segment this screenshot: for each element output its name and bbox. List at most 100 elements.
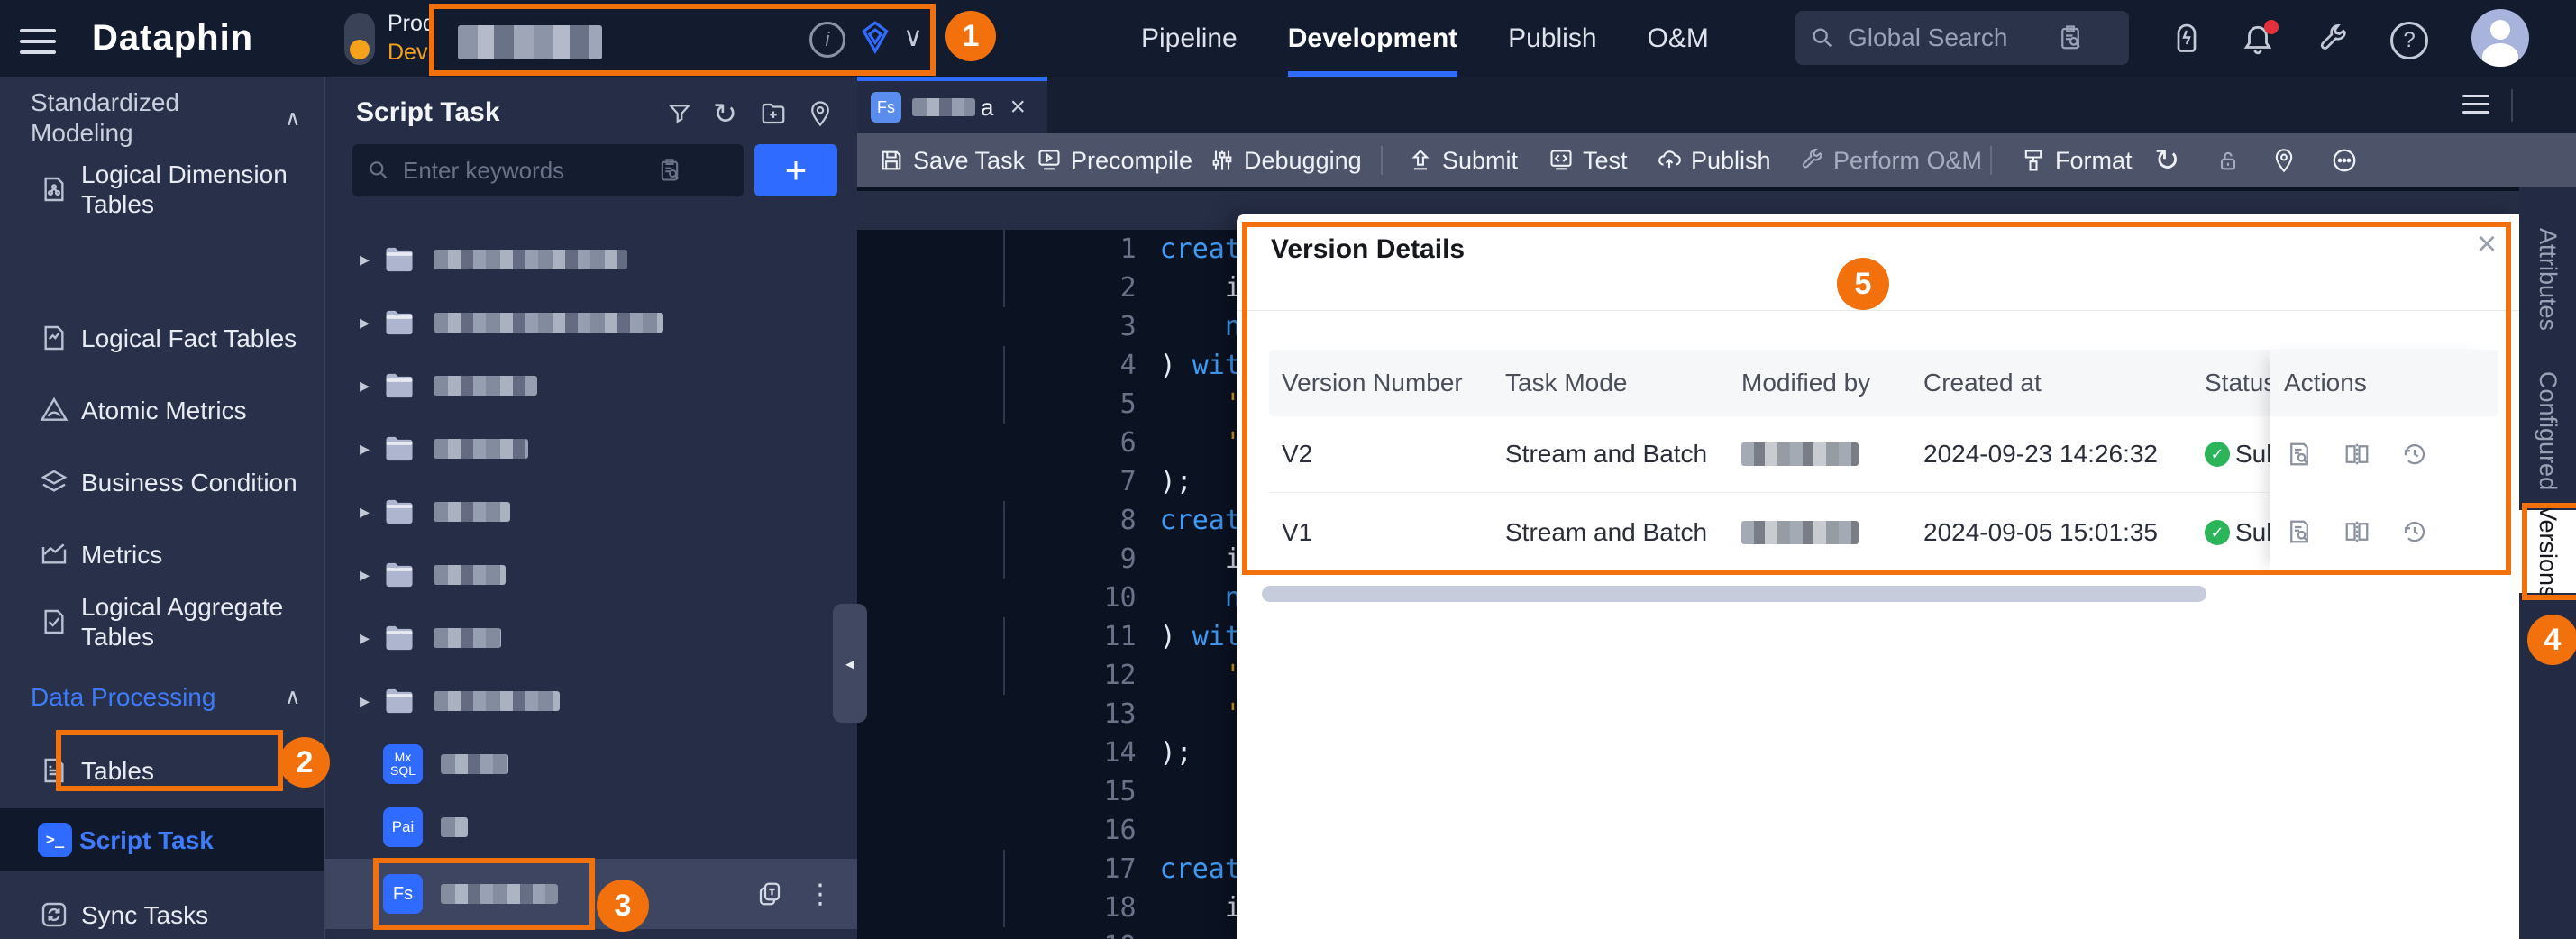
chevron-up-icon[interactable]: ∧ <box>285 684 301 710</box>
caret-icon[interactable]: ▸ <box>360 689 383 713</box>
avatar[interactable] <box>2471 9 2529 67</box>
sidebar-item-logical-fact-tables[interactable]: Logical Fact Tables <box>0 304 324 372</box>
filter-icon[interactable] <box>666 100 693 127</box>
tree-row[interactable]: ▸ <box>325 228 857 291</box>
project-gem-icon <box>858 20 892 54</box>
close-icon[interactable]: × <box>1009 92 1026 123</box>
rollback-history-icon[interactable] <box>2401 441 2428 468</box>
collapse-panel-handle[interactable]: ◂ <box>833 604 867 723</box>
tab-versions[interactable]: Versions <box>2519 510 2576 593</box>
list-view-icon[interactable] <box>2462 89 2489 119</box>
env-prod-label[interactable]: Prod <box>388 11 435 37</box>
tree-row[interactable]: ▸ <box>325 480 857 543</box>
info-icon[interactable]: i <box>809 22 845 58</box>
notifications-bell-icon[interactable] <box>2241 22 2275 56</box>
dataphin-logo: Dataphin <box>92 18 253 59</box>
sidebar-item-logical-aggregate-tables[interactable]: Logical Aggregate Tables <box>0 583 324 661</box>
copy-template-icon[interactable] <box>756 880 783 907</box>
tree-row[interactable]: ▸ <box>325 543 857 606</box>
env-toggle[interactable] <box>344 13 375 65</box>
refresh-icon[interactable]: ↻ <box>2154 133 2180 187</box>
locate-pin-icon[interactable] <box>2271 133 2297 187</box>
nav-development[interactable]: Development <box>1288 0 1457 77</box>
add-task-button[interactable]: + <box>754 144 837 196</box>
caret-icon[interactable]: ▸ <box>360 311 383 334</box>
advanced-search-icon[interactable] <box>2057 24 2084 51</box>
tree-row[interactable]: ▸ <box>325 354 857 417</box>
refresh-icon[interactable]: ↻ <box>713 100 737 127</box>
tree-row[interactable]: ▸ <box>325 291 857 354</box>
tree-item-name-redacted <box>434 439 528 459</box>
hamburger-menu-icon[interactable] <box>20 22 56 61</box>
global-search[interactable] <box>1795 11 2129 65</box>
tree-search[interactable] <box>352 144 744 196</box>
perform-om-button[interactable]: Perform O&M <box>1799 133 1982 187</box>
caret-icon[interactable]: ▸ <box>360 248 383 271</box>
locate-pin-icon[interactable] <box>807 100 834 127</box>
task-type-badge: Mx SQL <box>383 744 423 784</box>
version-row-v2[interactable]: V2 Stream and Batch 2024-09-23 14:26:32 … <box>1269 416 2270 492</box>
lock-icon[interactable] <box>2215 133 2241 187</box>
tree-row[interactable]: Mx SQL <box>325 733 857 796</box>
publish-button[interactable]: Publish <box>1657 133 1771 187</box>
horizontal-scrollbar[interactable] <box>1262 586 2206 602</box>
editor-toolbar: Save Task Precompile Debugging Submit Te… <box>856 133 2576 187</box>
tab-configured[interactable]: Configured <box>2519 359 2576 503</box>
version-row-v1[interactable]: V1 Stream and Batch 2024-09-05 15:01:35 … <box>1269 493 2270 572</box>
tools-wrench-icon[interactable] <box>2316 23 2349 56</box>
debugging-button[interactable]: Debugging <box>1210 133 1362 187</box>
sidebar-section-data-processing[interactable]: Data Processing <box>31 682 274 713</box>
format-button[interactable]: Format <box>2021 133 2133 187</box>
folder-icon <box>383 245 416 274</box>
kebab-menu-icon[interactable]: ⋮ <box>807 879 834 910</box>
tree-row[interactable]: ▸ <box>325 670 857 733</box>
tree-item-name-redacted <box>434 628 501 648</box>
global-search-input[interactable] <box>1846 23 2057 53</box>
quickstart-icon[interactable] <box>2170 22 2203 56</box>
sidebar-item-script-task[interactable]: >_ Script Task <box>0 808 324 871</box>
env-dev-label[interactable]: Dev <box>388 40 427 66</box>
new-folder-icon[interactable] <box>760 100 787 127</box>
rollback-history-icon[interactable] <box>2401 518 2428 545</box>
tree-row[interactable]: ▸ <box>325 606 857 670</box>
caret-icon[interactable]: ▸ <box>360 374 383 397</box>
sidebar-item-business-condition[interactable]: Business Condition <box>0 448 324 516</box>
view-code-icon[interactable] <box>2286 518 2313 545</box>
sidebar-item-logical-dimension-tables[interactable]: Logical Dimension Tables <box>0 151 324 227</box>
tree-row[interactable]: Fs ⋮ <box>325 859 857 929</box>
caret-icon[interactable]: ▸ <box>360 437 383 460</box>
compare-versions-icon[interactable] <box>2343 441 2370 468</box>
precompile-button[interactable]: Precompile <box>1037 133 1192 187</box>
tree-search-input[interactable] <box>401 156 657 186</box>
caret-icon[interactable]: ▸ <box>360 500 383 524</box>
tree-item-name-redacted <box>441 754 508 774</box>
caret-icon[interactable]: ▸ <box>360 626 383 650</box>
version-details-panel: Version Details × Version Number Task Mo… <box>1237 214 2519 939</box>
sidebar-item-atomic-metrics[interactable]: Atomic Metrics <box>0 376 324 444</box>
advanced-search-icon[interactable] <box>657 158 682 183</box>
chevron-up-icon[interactable]: ∧ <box>285 105 301 132</box>
file-tab[interactable]: Fs a × <box>856 77 1047 133</box>
sidebar-item-tables[interactable]: Tables <box>0 736 324 805</box>
close-icon[interactable]: × <box>2477 225 2497 264</box>
sidebar-section-standardized-modeling[interactable]: Standardized Modeling <box>31 87 274 149</box>
tree-row[interactable]: Pai <box>325 796 857 859</box>
test-button[interactable]: Test <box>1548 133 1628 187</box>
sidebar-item-sync-tasks[interactable]: Sync Tasks <box>0 880 324 939</box>
project-selector[interactable]: i ∨ <box>442 7 928 70</box>
nav-publish[interactable]: Publish <box>1508 0 1596 77</box>
submit-button[interactable]: Submit <box>1408 133 1518 187</box>
tab-attributes[interactable]: Attributes <box>2519 207 2576 351</box>
help-icon[interactable]: ? <box>2390 22 2428 59</box>
nav-om[interactable]: O&M <box>1648 0 1709 77</box>
col-created-at: Created at <box>1923 350 2042 416</box>
more-options-icon[interactable] <box>2331 133 2358 187</box>
chevron-down-icon[interactable]: ∨ <box>903 22 923 53</box>
view-code-icon[interactable] <box>2286 441 2313 468</box>
caret-icon[interactable]: ▸ <box>360 563 383 587</box>
nav-pipeline[interactable]: Pipeline <box>1141 0 1238 77</box>
save-task-button[interactable]: Save Task <box>879 133 1025 187</box>
tree-row[interactable]: ▸ <box>325 417 857 480</box>
sidebar-item-metrics[interactable]: Metrics <box>0 520 324 588</box>
compare-versions-icon[interactable] <box>2343 518 2370 545</box>
